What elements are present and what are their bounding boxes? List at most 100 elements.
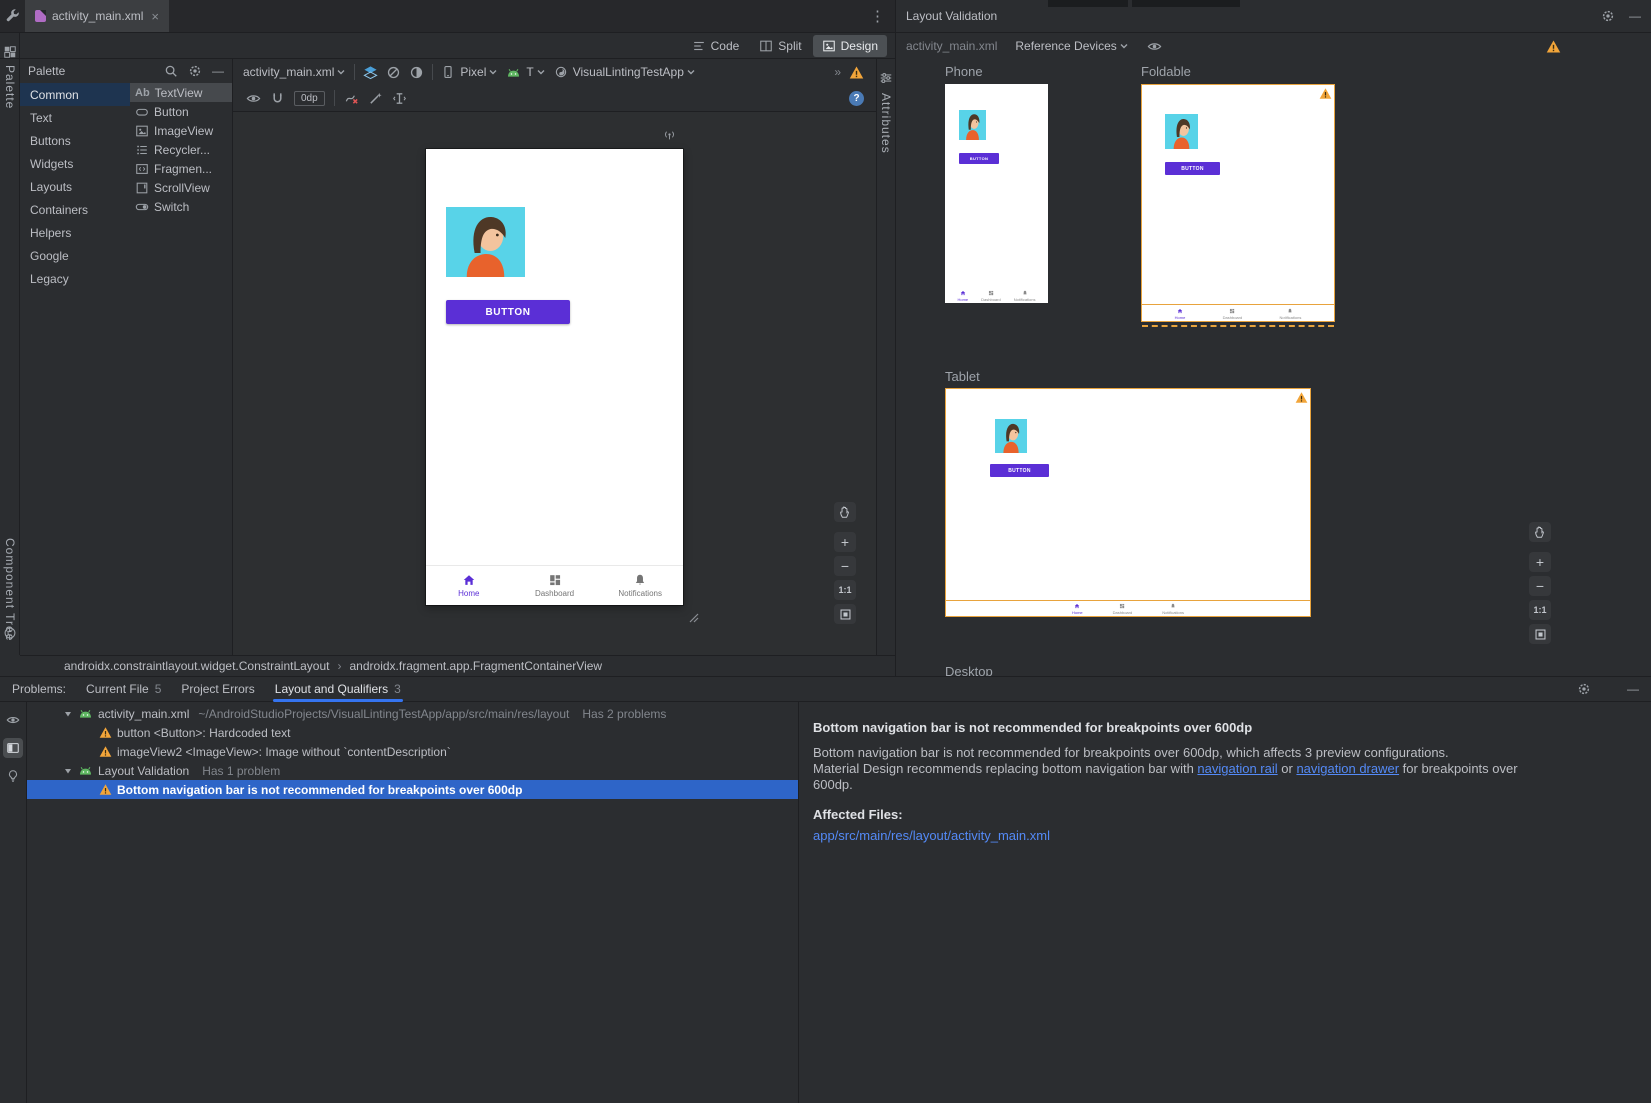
palette-item-button[interactable]: Button	[130, 102, 232, 121]
theme-dropdown[interactable]: VisualLintingTestApp	[554, 65, 696, 79]
nav-item-notifications[interactable]: Notifications	[597, 566, 683, 605]
palette-category-helpers[interactable]: Helpers	[20, 221, 130, 244]
palette-tool-icon[interactable]	[3, 45, 17, 59]
zoom-out-button[interactable]: −	[834, 556, 856, 576]
palette-strip-label[interactable]: Palette	[3, 65, 17, 109]
preview-tablet[interactable]: BUTTON Home Dashboard Notifications	[945, 388, 1311, 617]
expand-chevron-icon[interactable]	[63, 709, 73, 719]
hide-panel-icon[interactable]: —	[1627, 682, 1639, 696]
device-preview-frame[interactable]: BUTTON Home Dashboard Notifications	[426, 149, 683, 605]
design-mode-button[interactable]: Design	[813, 35, 887, 57]
zoom-out-button[interactable]: −	[1529, 576, 1551, 596]
preview-button[interactable]: BUTTON	[446, 300, 570, 324]
search-icon[interactable]	[164, 64, 178, 78]
palette-item-switch[interactable]: Switch	[130, 197, 232, 216]
palette-item-scrollview[interactable]: ScrollView	[130, 178, 232, 197]
gear-icon[interactable]	[1601, 9, 1615, 23]
default-margin-control[interactable]: 0dp	[294, 91, 325, 106]
tree-warning-content-description[interactable]: imageView2 <ImageView>: Image without `c…	[27, 742, 798, 761]
bottom-navigation-bar[interactable]: Home Dashboard Notifications	[426, 565, 683, 605]
close-tab-icon[interactable]: ×	[151, 9, 159, 24]
breadcrumb-fragmentcontainerview[interactable]: androidx.fragment.app.FragmentContainerV…	[350, 659, 603, 673]
zoom-actual-button[interactable]: 1:1	[1529, 600, 1551, 620]
android-icon	[506, 67, 521, 78]
palette-category-containers[interactable]: Containers	[20, 198, 130, 221]
device-dropdown[interactable]: Pixel	[441, 65, 498, 79]
tree-group-layout-validation[interactable]: Layout Validation Has 1 problem	[27, 761, 798, 780]
zoom-in-button[interactable]: +	[1529, 552, 1551, 572]
attributes-sliders-icon[interactable]	[879, 71, 893, 85]
palette-category-google[interactable]: Google	[20, 244, 130, 267]
quick-fix-lightbulb-icon[interactable]	[3, 766, 23, 786]
palette-category-layouts[interactable]: Layouts	[20, 175, 130, 198]
tool-window-wrench-icon[interactable]	[5, 8, 21, 24]
reference-devices-dropdown[interactable]: Reference Devices	[1015, 39, 1128, 53]
hide-panel-icon[interactable]: —	[1629, 9, 1641, 23]
hide-panel-icon[interactable]: —	[212, 64, 224, 78]
tab-project-errors[interactable]: Project Errors	[181, 677, 254, 702]
warning-icon[interactable]	[849, 65, 864, 80]
gear-icon[interactable]	[1577, 682, 1591, 696]
night-mode-icon[interactable]	[409, 65, 424, 80]
preview-eye-icon[interactable]	[3, 710, 23, 730]
tab-current-file[interactable]: Current File5	[86, 677, 161, 702]
navigation-drawer-link[interactable]: navigation drawer	[1296, 761, 1399, 776]
palette-category-buttons[interactable]: Buttons	[20, 129, 130, 152]
toolbar-overflow-chevrons[interactable]: »	[834, 65, 841, 79]
palette-item-fragment[interactable]: Fragmen...	[130, 159, 232, 178]
avatar-image[interactable]	[446, 207, 525, 277]
breadcrumb-constraintlayout[interactable]: androidx.constraintlayout.widget.Constra…	[64, 659, 330, 673]
validation-zoom-controls: + − 1:1	[1529, 522, 1551, 644]
zoom-in-button[interactable]: +	[834, 532, 856, 552]
palette-item-recyclerview[interactable]: Recycler...	[130, 140, 232, 159]
component-tree-icon[interactable]	[3, 626, 17, 640]
palette-category-legacy[interactable]: Legacy	[20, 267, 130, 290]
tree-group-activity-main[interactable]: activity_main.xml ~/AndroidStudioProject…	[27, 704, 798, 723]
preview-phone[interactable]: BUTTON Home Dashboard Notifications	[945, 84, 1048, 303]
gear-icon[interactable]	[188, 64, 202, 78]
tree-warning-bottom-nav-selected[interactable]: Bottom navigation bar is not recommended…	[27, 780, 798, 799]
validation-tab-file[interactable]: activity_main.xml	[906, 39, 997, 53]
pan-hand-button[interactable]	[1529, 522, 1551, 542]
attributes-strip-label[interactable]: Attributes	[879, 93, 893, 154]
nav-item-home[interactable]: Home	[426, 566, 512, 605]
blueprint-off-icon[interactable]	[386, 65, 401, 80]
resize-handle-icon[interactable]	[688, 612, 700, 624]
view-options-eye-icon[interactable]	[246, 91, 261, 106]
file-dropdown[interactable]: activity_main.xml	[243, 65, 346, 79]
help-icon[interactable]: ?	[849, 91, 864, 106]
tab-layout-and-qualifiers[interactable]: Layout and Qualifiers3	[275, 677, 401, 702]
zoom-actual-button[interactable]: 1:1	[834, 580, 856, 600]
validation-warning-icon[interactable]	[1546, 39, 1561, 54]
affected-file-link[interactable]: app/src/main/res/layout/activity_main.xm…	[813, 828, 1050, 843]
palette-item-textview[interactable]: Ab TextView	[130, 83, 232, 102]
tree-warning-hardcoded-text[interactable]: button <Button>: Hardcoded text	[27, 723, 798, 742]
autoconnect-magnet-icon[interactable]	[270, 91, 285, 106]
design-canvas[interactable]: BUTTON Home Dashboard Notifications + − …	[233, 112, 876, 655]
navigation-rail-link[interactable]: navigation rail	[1197, 761, 1277, 776]
api-level-dropdown[interactable]: T	[506, 65, 545, 79]
infer-constraints-icon[interactable]	[392, 91, 407, 106]
palette-category-text[interactable]: Text	[20, 106, 130, 129]
open-preview-panel-icon[interactable]	[3, 738, 23, 758]
warning-icon	[99, 783, 112, 796]
editor-options-kebab-icon[interactable]: ⋮	[866, 7, 889, 25]
palette-category-common[interactable]: Common	[20, 83, 130, 106]
nav-item-dashboard[interactable]: Dashboard	[512, 566, 598, 605]
palette-category-widgets[interactable]: Widgets	[20, 152, 130, 175]
magic-wand-icon[interactable]	[368, 91, 383, 106]
clear-constraints-icon[interactable]	[344, 91, 359, 106]
code-mode-button[interactable]: Code	[683, 35, 749, 57]
pan-hand-button[interactable]	[834, 502, 856, 522]
palette-item-imageview[interactable]: ImageView	[130, 121, 232, 140]
editor-tab-activity-main[interactable]: activity_main.xml ×	[25, 0, 169, 32]
zoom-fit-button[interactable]	[1529, 624, 1551, 644]
visibility-eye-icon[interactable]	[1147, 39, 1162, 54]
expand-chevron-icon[interactable]	[63, 766, 73, 776]
android-file-icon	[78, 708, 93, 719]
zoom-fit-button[interactable]	[834, 604, 856, 624]
notifications-bell-icon	[633, 573, 647, 587]
split-mode-button[interactable]: Split	[750, 35, 810, 57]
design-surface-layers-icon[interactable]	[363, 65, 378, 80]
preview-foldable[interactable]: BUTTON Home Dashboard Notifications	[1141, 84, 1335, 322]
